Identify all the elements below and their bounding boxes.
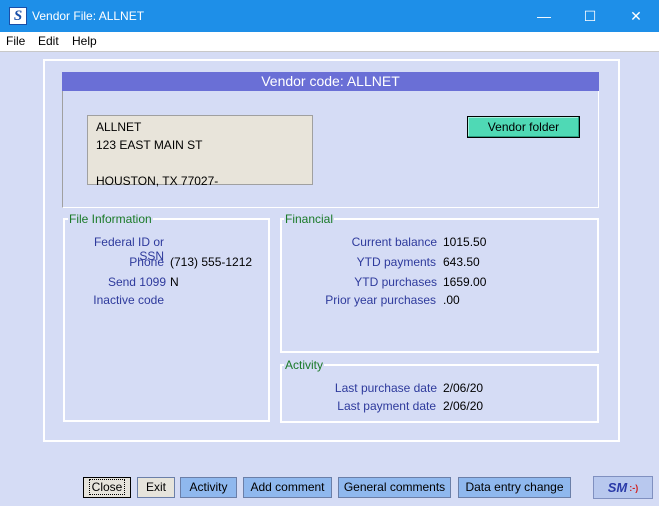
prior-year-purchases-label: Prior year purchases xyxy=(325,293,436,307)
ytd-payments-label: YTD payments xyxy=(356,255,436,269)
maximize-icon: ☐ xyxy=(583,7,597,24)
menu-help[interactable]: Help xyxy=(72,34,97,48)
phone-label: Phone xyxy=(129,255,164,269)
maximize-button[interactable]: ☐ xyxy=(567,0,613,32)
last-payment-date-value: 2/06/20 xyxy=(443,399,484,413)
menu-file[interactable]: File xyxy=(6,34,25,48)
current-balance-value: 1015.50 xyxy=(443,235,487,249)
send-1099-value[interactable]: N xyxy=(170,275,179,289)
title-bar: S Vendor File: ALLNET — ☐ ✕ xyxy=(0,0,659,32)
address-line-4: HOUSTON, TX 77027- xyxy=(96,174,219,188)
current-balance-label: Current balance xyxy=(351,235,437,249)
sm-logo-text: SM xyxy=(607,480,628,495)
add-comment-button[interactable]: Add comment xyxy=(243,477,332,498)
vendor-code-header: Vendor code: ALLNET xyxy=(62,72,599,91)
address-line-1: ALLNET xyxy=(96,120,142,134)
close-window-button[interactable]: ✕ xyxy=(613,0,659,32)
ytd-payments-value: 643.50 xyxy=(443,255,480,269)
address-line-3 xyxy=(96,154,304,172)
address-box: ALLNET 123 EAST MAIN ST HOUSTON, TX 7702… xyxy=(87,115,313,188)
close-button-label: Close xyxy=(88,479,126,495)
last-payment-date-label: Last payment date xyxy=(337,399,436,413)
financial-title: Financial xyxy=(284,212,335,226)
address-line-2: 123 EAST MAIN ST xyxy=(96,138,203,152)
ytd-purchases-label: YTD purchases xyxy=(354,275,437,289)
general-comments-button[interactable]: General comments xyxy=(338,477,451,498)
minimize-button[interactable]: — xyxy=(521,0,567,32)
sm-logo-button[interactable]: SM :-) xyxy=(593,476,653,499)
menu-edit[interactable]: Edit xyxy=(38,34,59,48)
activity-title: Activity xyxy=(284,358,325,372)
vendor-folder-button[interactable]: Vendor folder xyxy=(467,116,580,138)
prior-year-purchases-value: .00 xyxy=(443,293,460,307)
send-1099-label: Send 1099 xyxy=(107,275,166,289)
last-purchase-date-value: 2/06/20 xyxy=(443,381,484,395)
inactive-code-label: Inactive code xyxy=(93,293,164,307)
ytd-purchases-value: 1659.00 xyxy=(443,275,487,289)
app-icon[interactable]: S xyxy=(9,7,27,25)
menu-bar: File Edit Help xyxy=(0,32,659,52)
close-button[interactable]: Close xyxy=(83,477,131,498)
minimize-icon: — xyxy=(537,8,551,24)
last-purchase-date-label: Last purchase date xyxy=(334,381,437,395)
file-information-title: File Information xyxy=(68,212,153,226)
window-title: Vendor File: ALLNET xyxy=(32,9,145,23)
phone-value[interactable]: (713) 555-1212 xyxy=(170,255,252,269)
close-icon: ✕ xyxy=(630,7,642,24)
smile-icon: :-) xyxy=(629,482,639,493)
data-entry-change-button[interactable]: Data entry change xyxy=(458,477,571,498)
activity-button[interactable]: Activity xyxy=(180,477,237,498)
exit-button[interactable]: Exit xyxy=(137,477,175,498)
